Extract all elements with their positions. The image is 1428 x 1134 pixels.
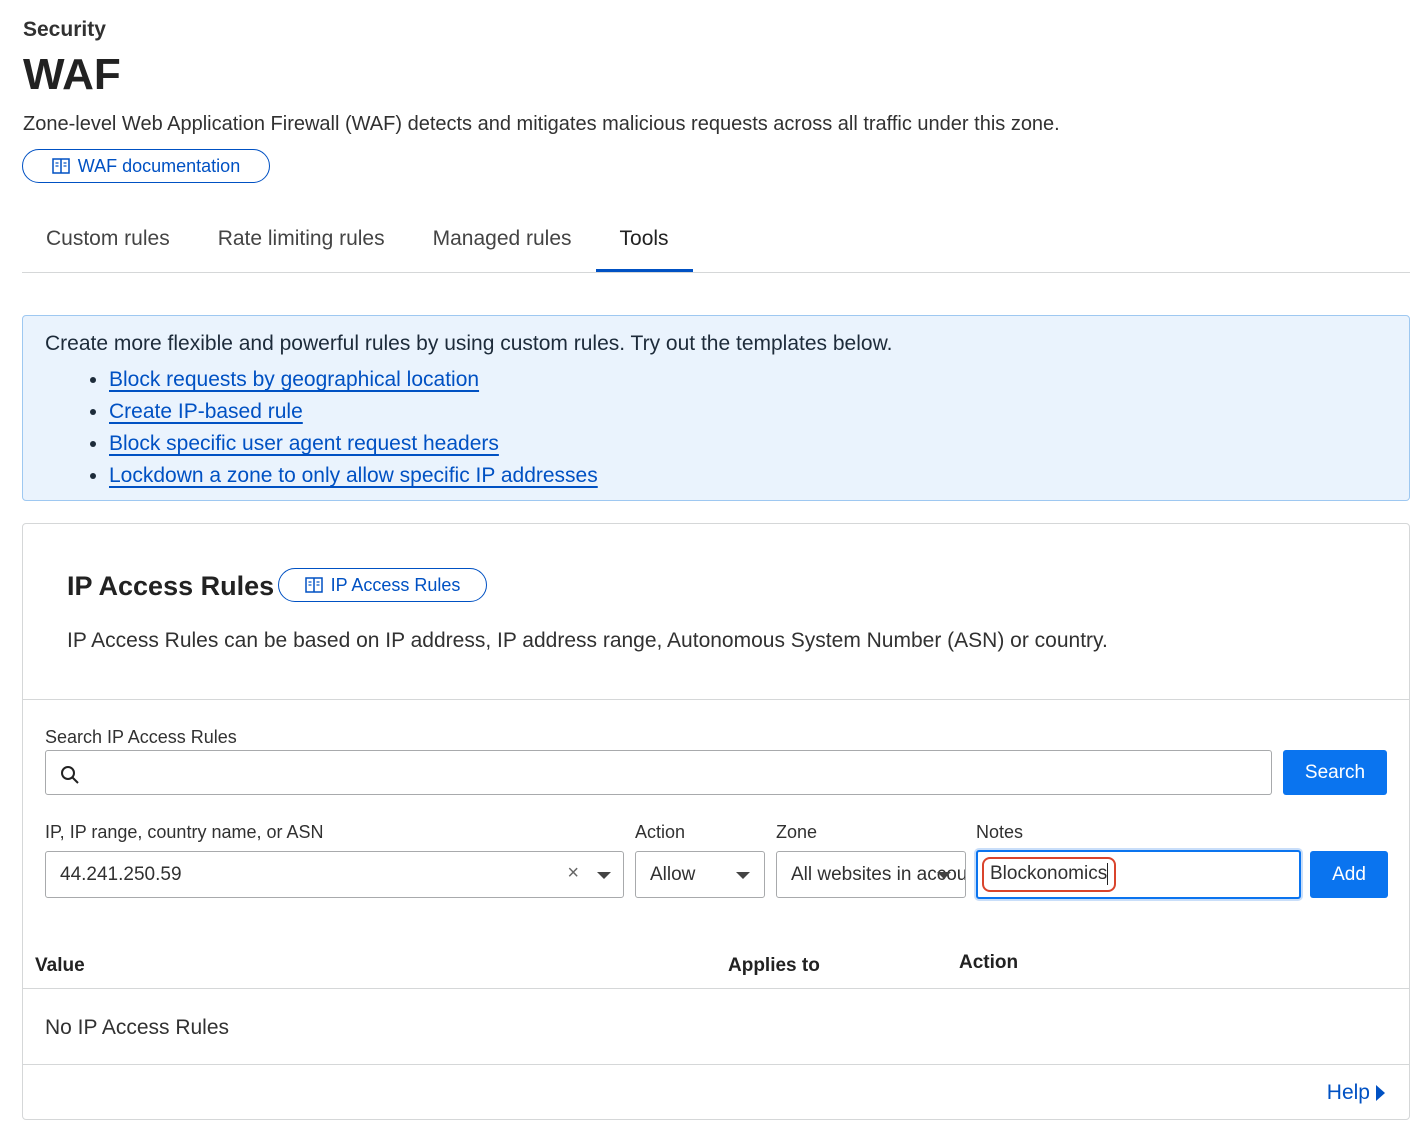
notes-label: Notes (976, 822, 1024, 842)
caret-right-icon (1376, 1085, 1385, 1101)
help-link[interactable]: Help (1327, 1081, 1385, 1105)
ip-value-text: 44.241.250.59 (60, 863, 182, 885)
list-item: Block requests by geographical location (109, 364, 1387, 396)
action-label: Action (635, 822, 686, 842)
zone-select[interactable]: All websites in account (776, 851, 966, 898)
card-description: IP Access Rules can be based on IP addre… (67, 629, 1108, 652)
search-input[interactable] (45, 750, 1272, 795)
table-divider (23, 988, 1409, 989)
book-icon (52, 158, 70, 174)
chevron-down-icon (937, 872, 951, 879)
page-title: WAF (23, 50, 121, 99)
help-link-label: Help (1326, 1081, 1370, 1104)
text-cursor (1107, 863, 1109, 886)
tab-tools[interactable]: Tools (595, 212, 693, 272)
add-button[interactable]: Add (1310, 851, 1388, 898)
list-item: Create IP-based rule (109, 396, 1387, 428)
empty-table-message: No IP Access Rules (45, 1016, 230, 1039)
chevron-down-icon (736, 872, 750, 879)
ip-value-combobox[interactable]: 44.241.250.59 × (45, 851, 624, 898)
chevron-down-icon[interactable] (597, 872, 611, 879)
ip-access-rules-doc-label: IP Access Rules (330, 574, 461, 595)
template-list: Block requests by geographical location … (45, 364, 1387, 492)
section-label: Security (23, 18, 106, 41)
clear-icon[interactable]: × (567, 862, 579, 885)
table-footer-divider (23, 1064, 1409, 1065)
column-header-value[interactable]: Value (35, 955, 85, 977)
notes-input[interactable]: Blockonomics (976, 850, 1301, 899)
column-header-applies-to[interactable]: Applies to (728, 955, 820, 977)
notes-value-text: Blockonomics (990, 863, 1108, 885)
tab-managed-rules[interactable]: Managed rules (409, 212, 596, 272)
value-label: IP, IP range, country name, or ASN (45, 822, 324, 842)
notes-value-highlight: Blockonomics (982, 857, 1117, 892)
list-item: Block specific user agent request header… (109, 428, 1387, 460)
action-select-value: Allow (650, 863, 696, 885)
template-link-user-agent[interactable]: Block specific user agent request header… (109, 432, 499, 455)
tab-bar: Custom rules Rate limiting rules Managed… (22, 212, 1410, 273)
template-link-ip-rule[interactable]: Create IP-based rule (109, 400, 303, 423)
ip-access-rules-doc-button[interactable]: IP Access Rules (278, 568, 487, 602)
search-label: Search IP Access Rules (45, 727, 237, 747)
tab-custom-rules[interactable]: Custom rules (22, 212, 194, 272)
template-link-geo[interactable]: Block requests by geographical location (109, 368, 479, 391)
column-header-action[interactable]: Action (959, 952, 1018, 974)
tab-rate-limiting-rules[interactable]: Rate limiting rules (194, 212, 409, 272)
ip-access-rules-card: IP Access Rules IP Access Rules IP Acces… (22, 523, 1410, 1120)
info-banner: Create more flexible and powerful rules … (22, 315, 1410, 501)
card-header: IP Access Rules IP Access Rules IP Acces… (23, 524, 1409, 700)
search-button[interactable]: Search (1283, 750, 1387, 795)
action-select[interactable]: Allow (635, 851, 765, 898)
list-item: Lockdown a zone to only allow specific I… (109, 460, 1387, 492)
info-banner-text: Create more flexible and powerful rules … (45, 332, 893, 355)
zone-label: Zone (776, 822, 818, 842)
waf-documentation-button[interactable]: WAF documentation (22, 149, 270, 183)
waf-documentation-label: WAF documentation (77, 155, 241, 176)
template-link-lockdown[interactable]: Lockdown a zone to only allow specific I… (109, 464, 598, 487)
page-description: Zone-level Web Application Firewall (WAF… (23, 113, 1060, 135)
book-icon (304, 577, 323, 593)
search-icon (61, 766, 79, 784)
card-title: IP Access Rules (67, 571, 275, 601)
